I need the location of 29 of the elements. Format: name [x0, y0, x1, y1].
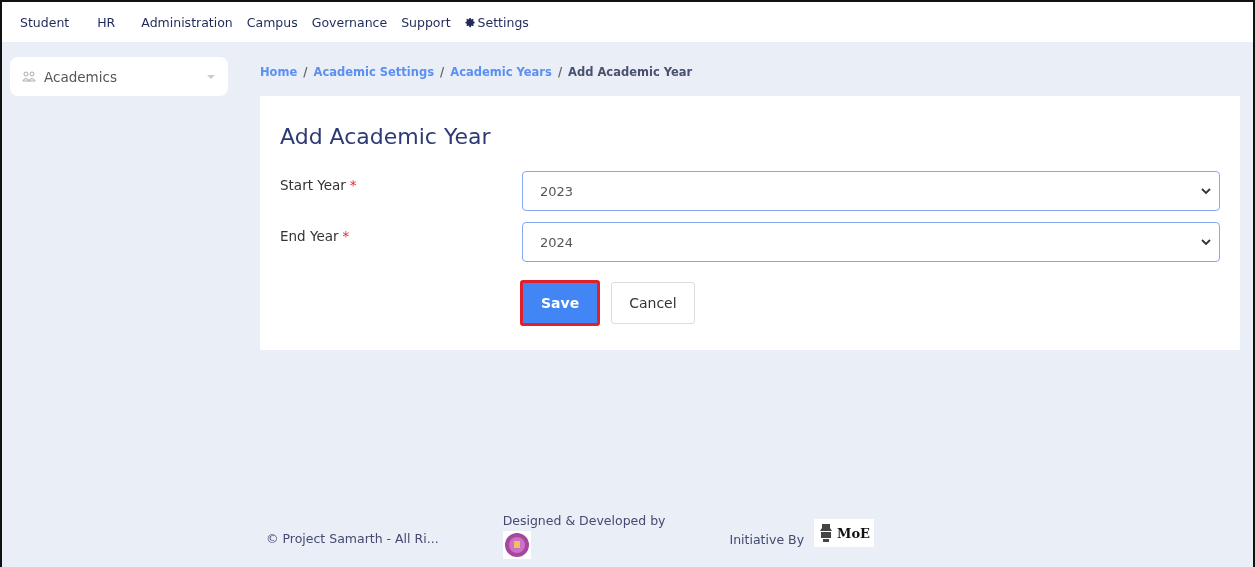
- designed-by-text: Designed & Developed by: [502, 513, 666, 528]
- year-select[interactable]: 2024: [522, 222, 1220, 262]
- nav-link[interactable]: Administration: [141, 14, 233, 30]
- initiative-text: Initiative By: [729, 531, 805, 547]
- breadcrumb-separator: /: [440, 65, 445, 79]
- nav-link[interactable]: HR: [97, 14, 116, 30]
- chevron-down-icon: [1201, 238, 1211, 246]
- field-label: End Year *: [280, 227, 351, 246]
- cancel-button[interactable]: Cancel: [611, 282, 695, 324]
- current-page-label: Add Academic Year: [568, 65, 693, 79]
- form-title: Add Academic Year: [280, 124, 492, 149]
- nav-link[interactable]: Settings: [464, 14, 529, 30]
- year-select[interactable]: 2023: [522, 171, 1220, 211]
- nav-link[interactable]: Support: [401, 14, 451, 30]
- chevron-down-icon: [1201, 187, 1211, 195]
- users-icon: [22, 70, 36, 83]
- breadcrumb-separator: /: [303, 65, 308, 79]
- nav-link[interactable]: Student: [20, 14, 70, 30]
- nav-link[interactable]: Governance: [311, 14, 388, 30]
- copyright-text: © Project Samarth - All Ri...: [266, 531, 439, 546]
- field-label: Start Year *: [280, 176, 358, 195]
- nav-link[interactable]: Campus: [246, 14, 298, 30]
- settings-icon: [464, 16, 476, 28]
- breadcrumb-separator: /: [557, 65, 563, 79]
- ministry-logo: MoE: [814, 519, 874, 547]
- university-seal-icon: [502, 531, 531, 559]
- save-button[interactable]: Save: [520, 280, 601, 326]
- sidebar-item[interactable]: Academics: [10, 57, 228, 96]
- caret-icon: [206, 73, 216, 80]
